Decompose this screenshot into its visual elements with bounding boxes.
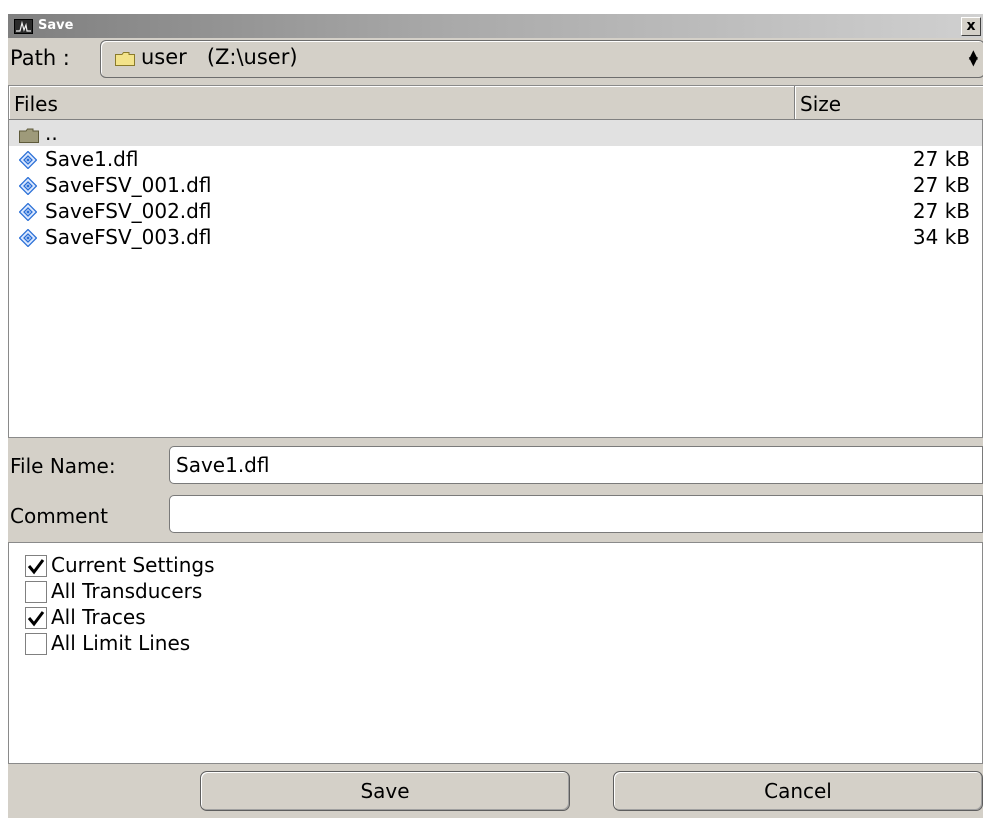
path-label: Path :: [10, 46, 70, 70]
option-label: All Traces: [51, 605, 146, 629]
path-value: user (Z:\user): [141, 45, 298, 69]
file-row[interactable]: SaveFSV_001.dfl 27 kB: [9, 172, 982, 198]
file-list[interactable]: Files Size .. Save1.dfl 27 kB SaveFSV_00…: [8, 85, 983, 438]
cancel-button[interactable]: Cancel: [613, 771, 983, 811]
path-select[interactable]: user (Z:\user) ▲ ▼: [100, 40, 983, 78]
file-icon: [18, 228, 38, 252]
file-name: SaveFSV_001.dfl: [45, 173, 212, 197]
window-title: Save: [38, 18, 74, 33]
file-name: Save1.dfl: [45, 147, 139, 171]
folder-icon: [115, 51, 135, 70]
title-bar: Save x: [8, 14, 983, 38]
comment-input[interactable]: [169, 495, 983, 533]
file-row[interactable]: Save1.dfl 27 kB: [9, 146, 982, 172]
file-size: 27 kB: [912, 173, 970, 197]
file-row[interactable]: SaveFSV_003.dfl 34 kB: [9, 224, 982, 250]
file-size: 27 kB: [912, 147, 970, 171]
save-button[interactable]: Save: [200, 771, 570, 811]
save-options-list: Current Settings All Transducers All Tra…: [8, 542, 983, 764]
option-label: All Transducers: [51, 579, 203, 603]
column-header-size[interactable]: Size: [795, 86, 983, 120]
file-icon: [18, 176, 38, 200]
close-button[interactable]: x: [961, 17, 981, 36]
file-row[interactable]: SaveFSV_002.dfl 27 kB: [9, 198, 982, 224]
comment-label: Comment: [10, 504, 108, 528]
file-icon: [18, 150, 38, 174]
checkbox-all-transducers[interactable]: [25, 581, 47, 603]
checkbox-all-limit-lines[interactable]: [25, 633, 47, 655]
app-icon: [14, 19, 33, 34]
file-icon: [18, 202, 38, 226]
file-name: SaveFSV_003.dfl: [45, 225, 212, 249]
parent-folder-label: ..: [45, 121, 58, 145]
checkbox-current-settings[interactable]: [25, 555, 47, 577]
option-label: All Limit Lines: [51, 631, 191, 655]
checkbox-all-traces[interactable]: [25, 607, 47, 629]
file-size: 34 kB: [912, 225, 970, 249]
file-name-input[interactable]: Save1.dfl: [169, 446, 983, 484]
spin-updown-icon[interactable]: ▲ ▼: [969, 48, 978, 67]
file-name: SaveFSV_002.dfl: [45, 199, 212, 223]
save-dialog: Save x Path : user (Z:\user) ▲ ▼ Files Si…: [8, 14, 983, 818]
parent-folder-row[interactable]: ..: [9, 120, 982, 146]
file-size: 27 kB: [912, 199, 970, 223]
column-header-files[interactable]: Files: [9, 86, 795, 120]
file-name-label: File Name:: [10, 454, 116, 478]
folder-icon: [19, 124, 39, 148]
option-label: Current Settings: [51, 553, 215, 577]
